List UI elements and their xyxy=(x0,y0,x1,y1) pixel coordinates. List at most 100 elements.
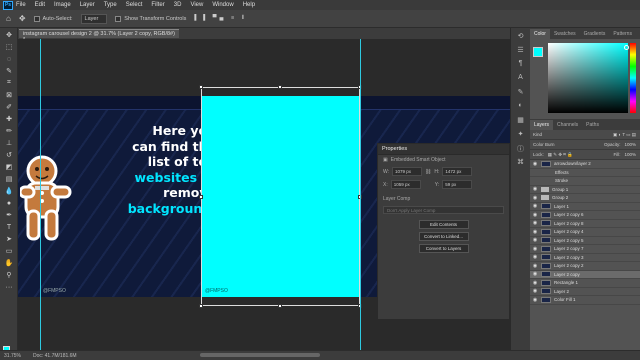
convert-to-layers-button[interactable]: Convert to Layers xyxy=(418,244,469,253)
brush-tool-icon[interactable]: ✏ xyxy=(2,126,16,136)
healing-tool-icon[interactable]: ✚ xyxy=(2,114,16,124)
brush-presets-icon[interactable]: ✎ xyxy=(515,88,527,98)
link-icon[interactable]: ⛓ xyxy=(425,169,431,175)
layer-row[interactable]: ◉ Rectangle 1 xyxy=(530,279,640,288)
blend-mode-dropdown[interactable]: Color Burn xyxy=(533,142,555,147)
menu-help[interactable]: Help xyxy=(243,2,255,8)
layer-row[interactable]: ◉ Layer 2 copy 7 xyxy=(530,245,640,254)
menu-filter[interactable]: Filter xyxy=(151,2,164,8)
marquee-tool-icon[interactable]: ⬚ xyxy=(2,42,16,52)
visibility-eye-icon[interactable]: ◉ xyxy=(532,297,538,303)
fill-field[interactable]: 100% xyxy=(624,152,636,157)
blur-tool-icon[interactable]: 💧 xyxy=(2,186,16,196)
move-tool-icon[interactable]: ✥ xyxy=(19,14,26,23)
filter-kind-dropdown[interactable]: Kind xyxy=(533,132,542,137)
libraries-icon[interactable]: ▦ xyxy=(515,116,527,126)
visibility-eye-icon[interactable]: ◉ xyxy=(532,246,538,252)
transform-handle[interactable] xyxy=(199,85,203,89)
shape-tool-icon[interactable]: ▭ xyxy=(2,246,16,256)
transform-handle[interactable] xyxy=(278,304,282,308)
layer-comp-dropdown[interactable]: Don't Apply Layer Comp xyxy=(383,206,504,214)
tab-channels[interactable]: Channels xyxy=(553,122,582,130)
more-tools-icon[interactable]: ··· xyxy=(2,282,16,292)
visibility-eye-icon[interactable]: ◉ xyxy=(532,288,538,294)
transform-handle[interactable] xyxy=(199,304,203,308)
transform-controls-checkbox[interactable] xyxy=(115,15,122,22)
edit-contents-button[interactable]: Edit Contents xyxy=(418,220,469,229)
frame-tool-icon[interactable]: ⊠ xyxy=(2,90,16,100)
path-select-tool-icon[interactable]: ➤ xyxy=(2,234,16,244)
layer-row[interactable]: ◉ Layer 2 copy 4 xyxy=(530,228,640,237)
visibility-eye-icon[interactable]: ◉ xyxy=(532,280,538,286)
layer-row[interactable]: Effects xyxy=(530,169,640,177)
layer-row[interactable]: Stroke xyxy=(530,177,640,186)
ps-logo-icon[interactable]: Ps xyxy=(3,0,13,10)
adjustments-icon[interactable]: ◐ xyxy=(515,102,527,112)
auto-select-checkbox[interactable] xyxy=(33,15,40,22)
visibility-eye-icon[interactable]: ◉ xyxy=(532,254,538,260)
gradient-tool-icon[interactable]: ▤ xyxy=(2,174,16,184)
tab-gradients[interactable]: Gradients xyxy=(580,31,610,39)
visibility-eye-icon[interactable]: ◉ xyxy=(532,271,538,277)
quick-select-tool-icon[interactable]: ✎ xyxy=(2,66,16,76)
dodge-tool-icon[interactable]: ● xyxy=(2,198,16,208)
opacity-field[interactable]: 100% xyxy=(624,142,636,147)
hand-tool-icon[interactable]: ✋ xyxy=(2,258,16,268)
document-tab[interactable]: instagram carousel design 2 @ 31.7% (Lay… xyxy=(19,29,179,43)
layer-row[interactable]: ◉ Layer 2 copy 8 xyxy=(530,220,640,228)
layer-row[interactable]: ◉ Layer 2 copy 6 xyxy=(530,211,640,220)
layer-row[interactable]: ◉ Group 1 xyxy=(530,186,640,194)
move-tool-icon[interactable]: ✥ xyxy=(2,30,16,40)
menu-window[interactable]: Window xyxy=(212,2,233,8)
lasso-tool-icon[interactable]: ◌ xyxy=(2,54,16,64)
y-field[interactable]: 59 px xyxy=(442,180,473,189)
visibility-eye-icon[interactable]: ◉ xyxy=(532,220,538,226)
zoom-level[interactable]: 31.75% xyxy=(4,353,21,359)
info-icon[interactable]: ⓘ xyxy=(515,144,527,154)
zoom-tool-icon[interactable]: ⚲ xyxy=(2,270,16,280)
convert-to-linked-button[interactable]: Convert to Linked... xyxy=(418,232,469,241)
transform-handle[interactable] xyxy=(199,195,203,199)
guide-line[interactable] xyxy=(360,39,361,350)
tab-color[interactable]: Color xyxy=(530,29,550,39)
menu-type[interactable]: Type xyxy=(104,2,117,8)
transform-handle[interactable] xyxy=(278,85,282,89)
align-icons[interactable]: ▌▐ ▀▄ ≡ ⫴ xyxy=(194,15,247,22)
paragraph-icon[interactable]: ¶ xyxy=(515,60,527,70)
menu-image[interactable]: Image xyxy=(54,2,71,8)
doc-size[interactable]: Doc: 41.7M/181.6M xyxy=(33,353,77,359)
current-color-swatch[interactable] xyxy=(533,47,543,57)
visibility-eye-icon[interactable]: ◉ xyxy=(532,186,538,192)
menu-edit[interactable]: Edit xyxy=(35,2,45,8)
auto-select-dropdown[interactable]: Layer xyxy=(80,13,108,24)
menu-3d[interactable]: 3D xyxy=(174,2,182,8)
pen-tool-icon[interactable]: ✒ xyxy=(2,210,16,220)
menu-select[interactable]: Select xyxy=(126,2,143,8)
visibility-eye-icon[interactable]: ◉ xyxy=(532,195,538,201)
layer-row[interactable]: ◉ Layer 2 copy 3 xyxy=(530,254,640,262)
lock-icons[interactable]: ▦ ✎ ✥ ⌗ 🔒 xyxy=(548,152,573,158)
menu-layer[interactable]: Layer xyxy=(80,2,95,8)
width-field[interactable]: 1079 px xyxy=(392,167,423,176)
height-field[interactable]: 1472 px xyxy=(442,167,473,176)
properties-icon[interactable]: ☰ xyxy=(515,46,527,56)
visibility-eye-icon[interactable]: ◉ xyxy=(532,229,538,235)
menu-view[interactable]: View xyxy=(190,2,203,8)
x-field[interactable]: 1059 px xyxy=(390,180,421,189)
visibility-eye-icon[interactable]: ◉ xyxy=(532,212,538,218)
layer-row[interactable]: ◉ Layer 1 xyxy=(530,203,640,211)
history-icon[interactable]: ⟲ xyxy=(515,32,527,42)
layer-row[interactable]: ◉ Layer 2 xyxy=(530,288,640,296)
visibility-eye-icon[interactable]: ◉ xyxy=(532,263,538,269)
character-icon[interactable]: A xyxy=(515,74,527,84)
glyphs-icon[interactable]: ⌘ xyxy=(515,158,527,168)
home-icon[interactable]: ⌂ xyxy=(6,14,11,23)
crop-tool-icon[interactable]: ⌗ xyxy=(2,78,16,88)
guide-line[interactable] xyxy=(40,39,41,350)
tab-paths[interactable]: Paths xyxy=(582,122,603,130)
color-picker-cursor[interactable] xyxy=(624,45,629,50)
visibility-eye-icon[interactable]: ◉ xyxy=(532,161,538,167)
visibility-eye-icon[interactable]: ◉ xyxy=(532,203,538,209)
filter-icons[interactable]: ▣ ◐ T ▭ ▤ xyxy=(613,132,636,138)
eyedropper-tool-icon[interactable]: ✐ xyxy=(2,102,16,112)
